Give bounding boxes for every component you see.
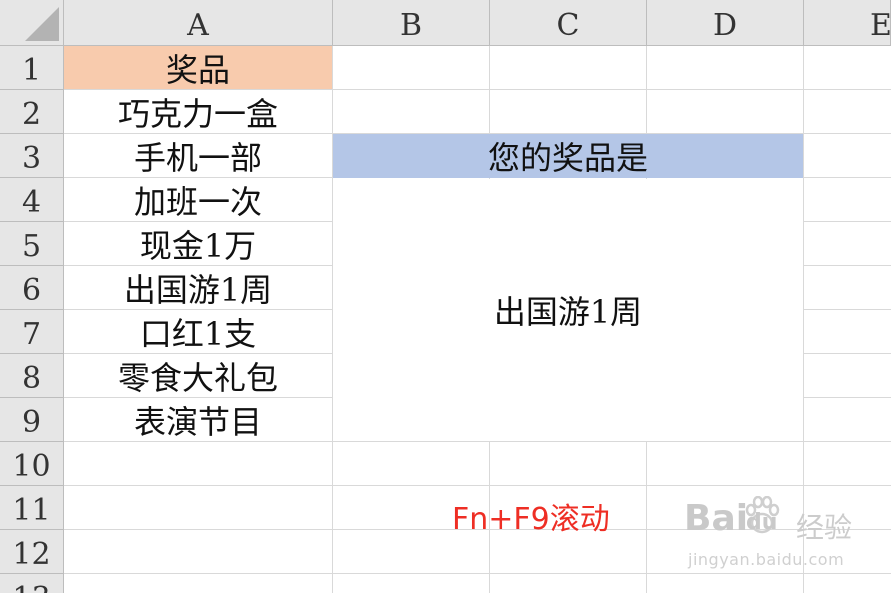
- cell-a1-prize-header[interactable]: 奖品: [64, 46, 332, 89]
- column-header-e[interactable]: E: [804, 0, 891, 46]
- cell-a7-prize[interactable]: 口红1支: [64, 310, 332, 353]
- cell-a4-prize[interactable]: 加班一次: [64, 178, 332, 221]
- cell-a9-prize[interactable]: 表演节目: [64, 398, 332, 441]
- row-header-1[interactable]: 1: [0, 46, 64, 90]
- cell-a8-prize[interactable]: 零食大礼包: [64, 354, 332, 397]
- cell-a5-prize[interactable]: 现金1万: [64, 222, 332, 265]
- row-header-2[interactable]: 2: [0, 90, 64, 134]
- row-header-11[interactable]: 11: [0, 486, 64, 530]
- cell-a3-prize[interactable]: 手机一部: [64, 134, 332, 177]
- cell-a2-prize[interactable]: 巧克力一盒: [64, 90, 332, 133]
- row-header-10[interactable]: 10: [0, 442, 64, 486]
- row-header-12[interactable]: 12: [0, 530, 64, 574]
- row-header-7[interactable]: 7: [0, 310, 64, 354]
- row-header-8[interactable]: 8: [0, 354, 64, 398]
- row-header-3[interactable]: 3: [0, 134, 64, 178]
- column-header-d[interactable]: D: [647, 0, 804, 46]
- row-header-9[interactable]: 9: [0, 398, 64, 442]
- row-header-5[interactable]: 5: [0, 222, 64, 266]
- row-header-6[interactable]: 6: [0, 266, 64, 310]
- watermark-logo-text-2: du: [746, 510, 778, 535]
- spreadsheet: A B C D E 1 2 3 4 5 6 7 8 9 10 11 12 13 …: [0, 0, 891, 593]
- row-header-4[interactable]: 4: [0, 178, 64, 222]
- prize-panel-title[interactable]: 您的奖品是: [333, 134, 803, 178]
- gridline: [64, 485, 891, 486]
- select-all-triangle-icon: [25, 7, 59, 41]
- row-header-13[interactable]: 13: [0, 574, 64, 593]
- watermark-url-text: jingyan.baidu.com: [688, 550, 845, 569]
- watermark-chinese-text: 经验: [796, 511, 853, 544]
- watermark-logo-text: Bai: [684, 498, 749, 539]
- cell-a6-prize[interactable]: 出国游1周: [64, 266, 332, 309]
- column-header-b[interactable]: B: [333, 0, 490, 46]
- select-all-corner[interactable]: [0, 0, 64, 46]
- column-header-a[interactable]: A: [64, 0, 333, 46]
- refresh-hint-text: Fn+F9滚动: [452, 502, 610, 537]
- baidu-jingyan-watermark: Bai du 经验 jingyan.baidu.com: [684, 496, 884, 576]
- prize-result-cell[interactable]: 出国游1周: [333, 179, 803, 441]
- column-header-c[interactable]: C: [490, 0, 647, 46]
